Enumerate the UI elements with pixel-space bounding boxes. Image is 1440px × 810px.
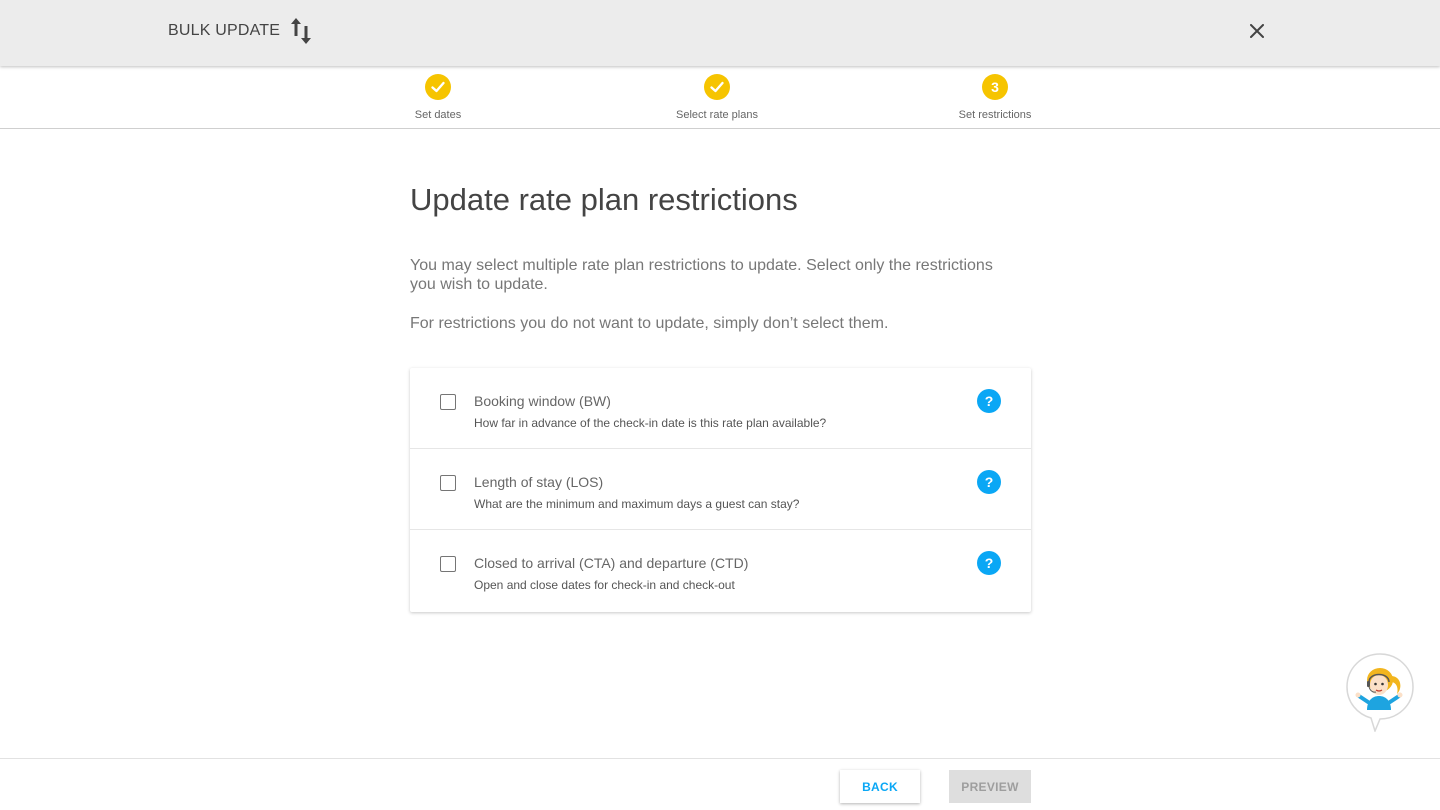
preview-button[interactable]: PREVIEW bbox=[949, 770, 1031, 803]
restriction-option-cta-ctd[interactable]: Closed to arrival (CTA) and departure (C… bbox=[410, 530, 1031, 612]
cta-ctd-checkbox[interactable] bbox=[440, 556, 456, 572]
sort-arrows-icon bbox=[291, 18, 312, 44]
close-icon bbox=[1250, 24, 1264, 38]
restriction-description: Open and close dates for check-in and ch… bbox=[474, 578, 735, 592]
step-label: Set dates bbox=[414, 109, 462, 121]
restriction-description: What are the minimum and maximum days a … bbox=[474, 497, 800, 511]
checkmark-icon bbox=[710, 81, 724, 93]
checkmark-icon bbox=[431, 81, 445, 93]
restriction-title: Closed to arrival (CTA) and departure (C… bbox=[474, 555, 749, 571]
booking-window-checkbox[interactable] bbox=[440, 394, 456, 410]
page-header-title: BULK UPDATE bbox=[168, 22, 281, 39]
help-icon[interactable]: ? bbox=[977, 470, 1001, 494]
step-complete-badge bbox=[704, 74, 730, 100]
bulk-update-header: BULK UPDATE bbox=[168, 14, 314, 48]
restrictions-list: Booking window (BW) How far in advance o… bbox=[410, 368, 1031, 612]
close-button[interactable] bbox=[1245, 19, 1269, 43]
help-icon[interactable]: ? bbox=[977, 389, 1001, 413]
instructions-note: For restrictions you do not want to upda… bbox=[410, 315, 889, 332]
help-icon[interactable]: ? bbox=[977, 551, 1001, 575]
back-button[interactable]: BACK bbox=[840, 770, 920, 803]
restriction-title: Length of stay (LOS) bbox=[474, 474, 604, 490]
instructions-text: You may select multiple rate plan restri… bbox=[410, 257, 993, 293]
step-set-restrictions: 3 Set restrictions bbox=[905, 74, 1085, 121]
step-label: Set restrictions bbox=[958, 109, 1032, 121]
restriction-description: How far in advance of the check-in date … bbox=[474, 416, 827, 430]
step-complete-badge bbox=[425, 74, 451, 100]
restriction-title: Booking window (BW) bbox=[474, 393, 611, 409]
support-assistant-button[interactable] bbox=[1345, 652, 1415, 734]
page-title: Update rate plan restrictions bbox=[410, 182, 798, 217]
top-bar: BULK UPDATE bbox=[0, 0, 1440, 66]
length-of-stay-checkbox[interactable] bbox=[440, 475, 456, 491]
step-label: Select rate plans bbox=[676, 109, 758, 121]
restriction-option-length-of-stay[interactable]: Length of stay (LOS) What are the minimu… bbox=[410, 449, 1031, 530]
restriction-option-booking-window[interactable]: Booking window (BW) How far in advance o… bbox=[410, 368, 1031, 449]
step-select-rate-plans: Select rate plans bbox=[627, 74, 807, 121]
step-number-badge: 3 bbox=[982, 74, 1008, 100]
step-set-dates: Set dates bbox=[348, 74, 528, 121]
progress-stepper: Set dates Select rate plans 3 Set restri… bbox=[0, 66, 1440, 129]
footer-bar: BACK PREVIEW bbox=[0, 758, 1440, 810]
support-agent-icon bbox=[1346, 653, 1414, 734]
